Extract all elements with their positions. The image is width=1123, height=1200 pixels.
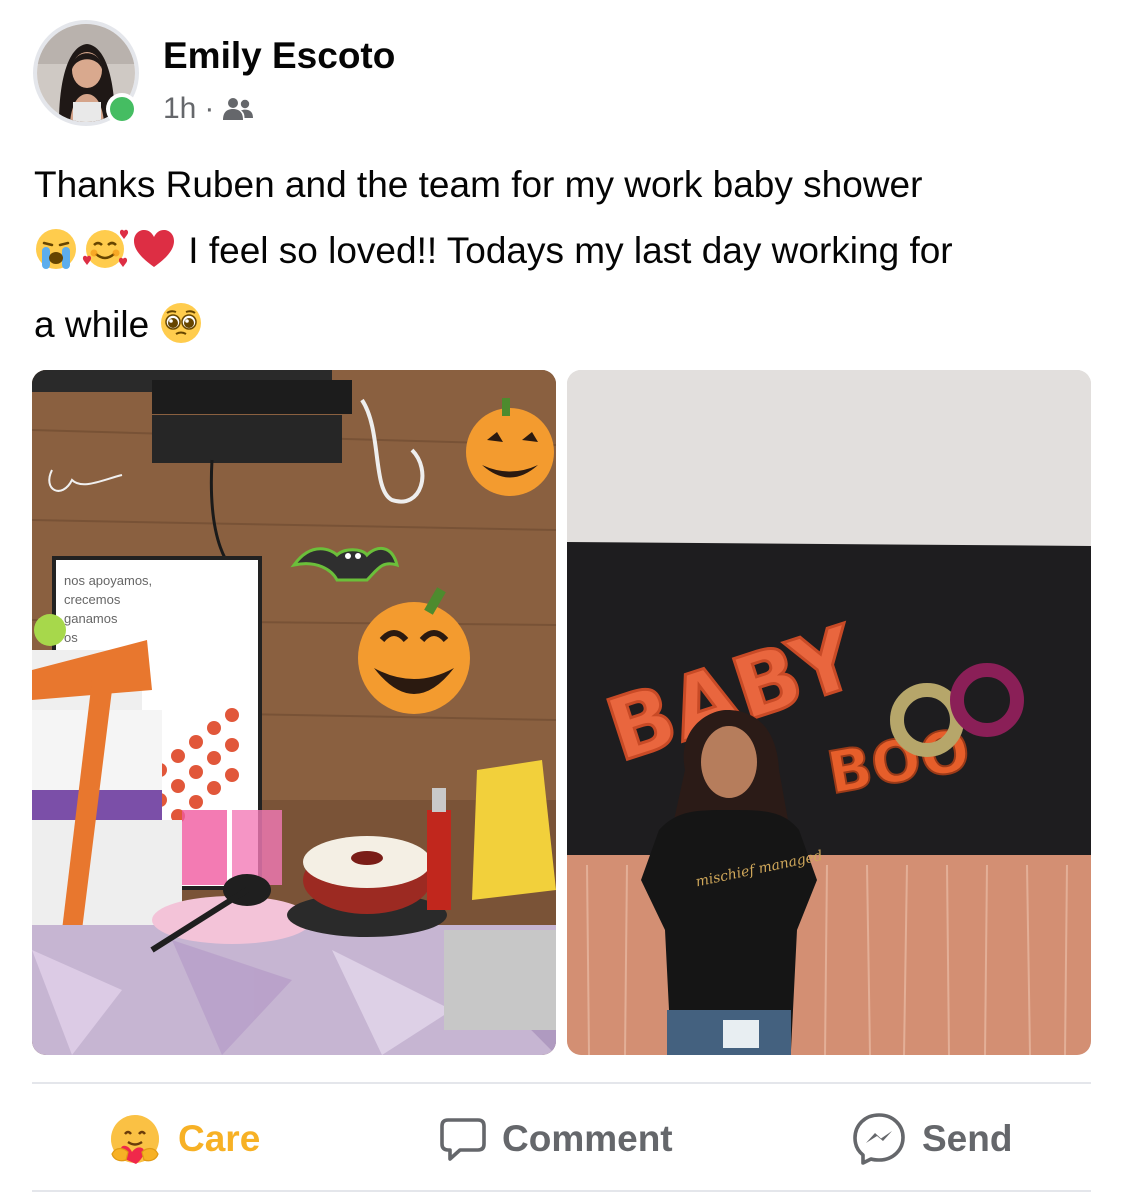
care-button[interactable]: Care [106, 1108, 260, 1170]
post-text-line-1: Thanks Ruben and the team for my work ba… [34, 164, 923, 205]
post-meta: 1h · [163, 90, 254, 128]
send-label: Send [922, 1118, 1013, 1159]
post-photo-1[interactable]: nos apoyamos, crecemos ganamos os [32, 370, 556, 1055]
pleading-face-emoji [159, 300, 203, 366]
comment-icon [438, 1114, 488, 1164]
meta-separator: · [204, 92, 215, 125]
action-bar-divider-bottom [32, 1190, 1091, 1192]
online-status-dot [106, 93, 138, 125]
sign-line-3: ganamos [64, 611, 118, 626]
comment-label: Comment [502, 1118, 673, 1159]
crying-face-emoji [34, 226, 78, 292]
post-text-line-2: I feel so loved!! Todays my last day wor… [34, 218, 1094, 292]
post-text-line-3-text: a while [34, 304, 150, 345]
post-text-line-2-text: I feel so loved!! Todays my last day wor… [188, 230, 953, 271]
post-text-line-3: a while [34, 292, 1094, 366]
sign-line-1: nos apoyamos, [64, 573, 152, 588]
messenger-icon [850, 1110, 908, 1168]
author-name[interactable]: Emily Escoto [163, 35, 395, 77]
post-timestamp[interactable]: 1h [163, 92, 196, 126]
care-label: Care [178, 1118, 261, 1159]
sign-line-4: os [64, 630, 78, 645]
action-bar-divider-top [32, 1082, 1091, 1084]
red-heart-emoji [132, 226, 176, 292]
post-photo-2[interactable]: BABY BOO mischief managed [567, 370, 1091, 1055]
bundt-cake [287, 836, 447, 937]
friends-icon[interactable] [222, 96, 254, 122]
care-reaction-icon [106, 1110, 164, 1168]
smiling-face-with-hearts-emoji [80, 226, 130, 292]
post-text: Thanks Ruben and the team for my work ba… [34, 152, 1094, 366]
send-button[interactable]: Send [850, 1108, 1012, 1170]
sign-line-2: crecemos [64, 592, 121, 607]
comment-button[interactable]: Comment [438, 1108, 673, 1170]
